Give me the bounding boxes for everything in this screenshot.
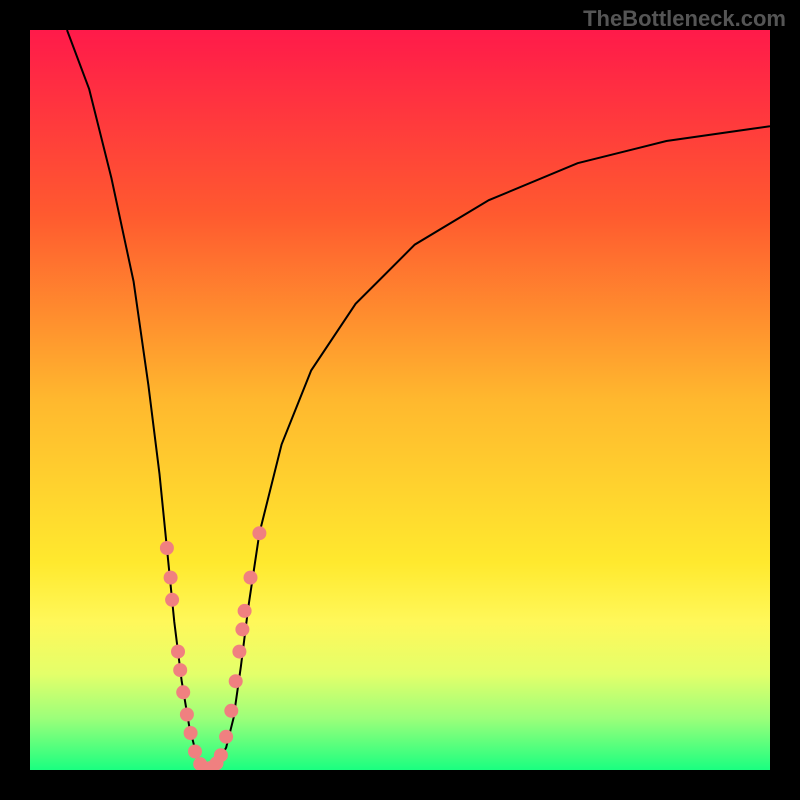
data-marker bbox=[238, 604, 252, 618]
data-marker bbox=[219, 730, 233, 744]
watermark-text: TheBottleneck.com bbox=[583, 6, 786, 32]
data-marker bbox=[176, 685, 190, 699]
data-marker bbox=[165, 593, 179, 607]
data-marker bbox=[214, 748, 228, 762]
bottleneck-chart bbox=[30, 30, 770, 770]
data-marker bbox=[232, 645, 246, 659]
data-marker bbox=[224, 704, 238, 718]
data-marker bbox=[252, 526, 266, 540]
data-marker bbox=[180, 708, 194, 722]
data-marker bbox=[164, 571, 178, 585]
chart-plot-area bbox=[30, 30, 770, 770]
chart-background bbox=[30, 30, 770, 770]
data-marker bbox=[229, 674, 243, 688]
data-marker bbox=[160, 541, 174, 555]
data-marker bbox=[171, 645, 185, 659]
data-marker bbox=[235, 622, 249, 636]
data-marker bbox=[188, 745, 202, 759]
data-marker bbox=[244, 571, 258, 585]
data-marker bbox=[173, 663, 187, 677]
data-marker bbox=[184, 726, 198, 740]
